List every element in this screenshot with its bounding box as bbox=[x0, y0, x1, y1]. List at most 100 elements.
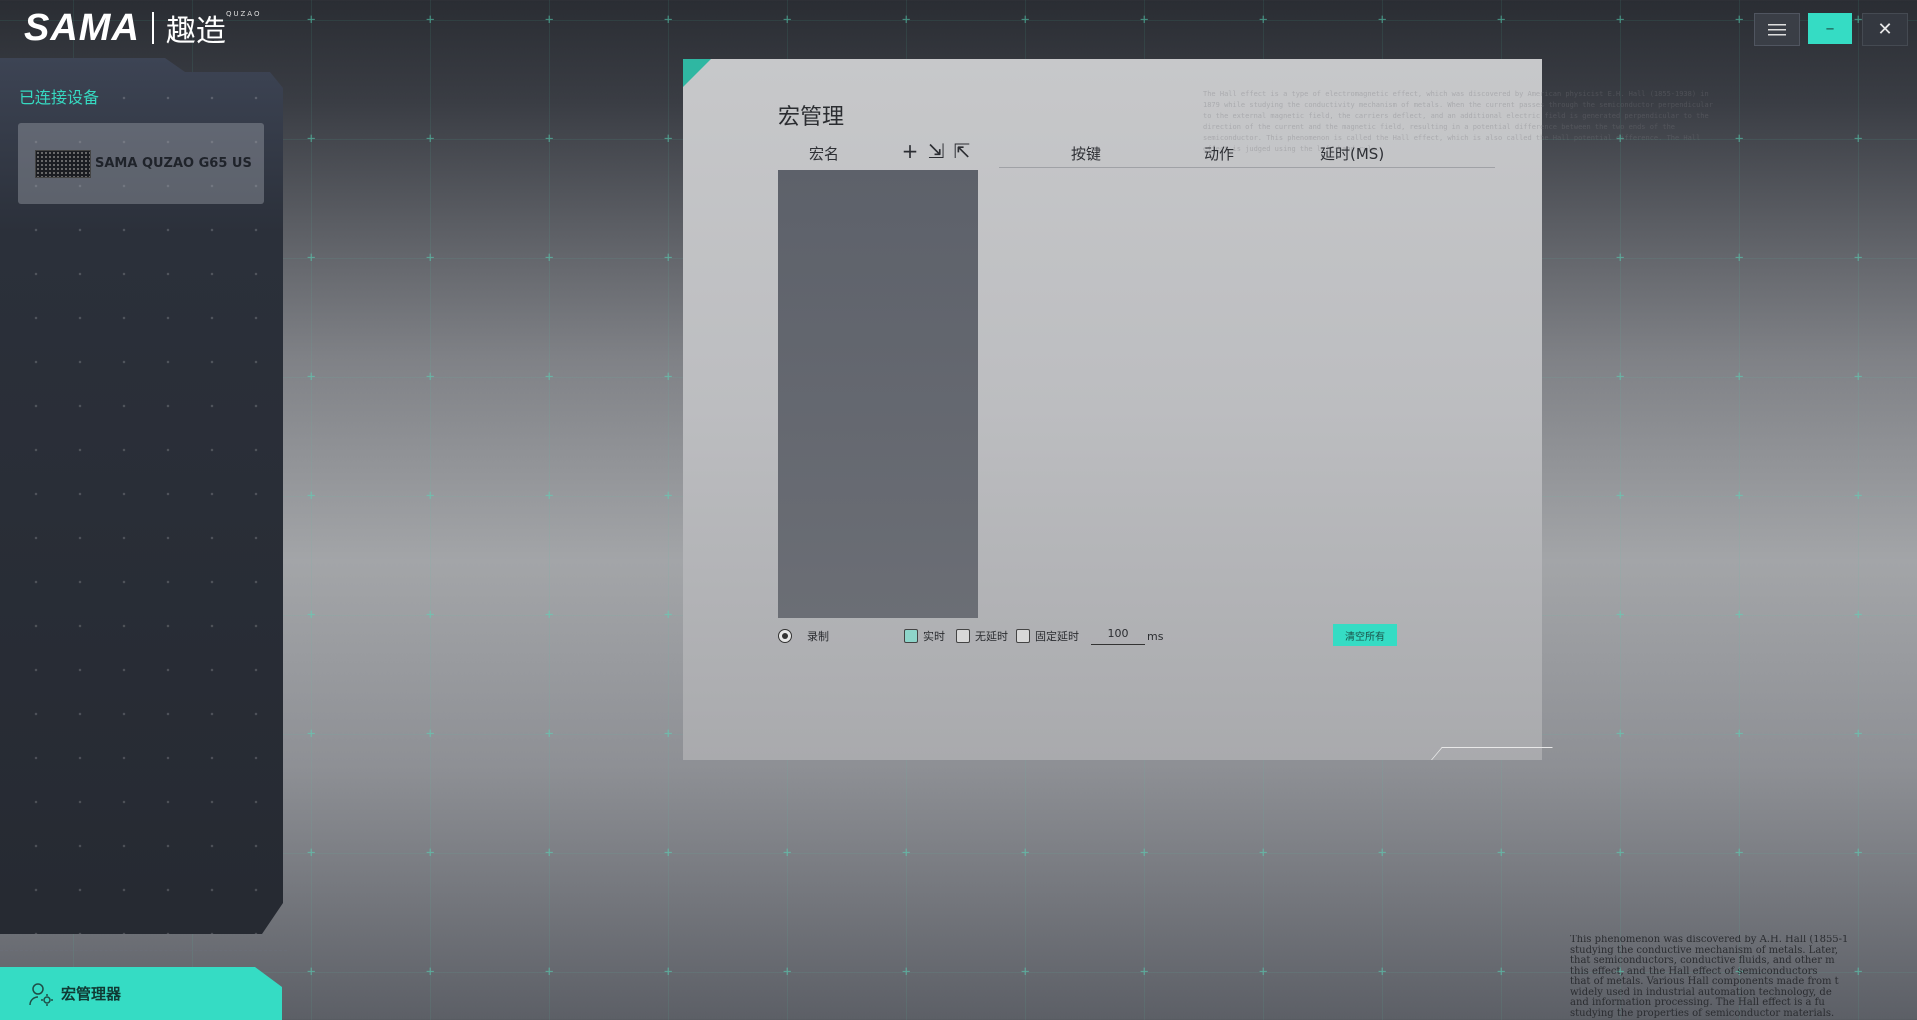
add-icon[interactable]: + bbox=[900, 141, 920, 161]
panel-bottom-accent bbox=[1431, 747, 1553, 760]
grid-plus-mark: + bbox=[902, 845, 911, 861]
grid-plus-mark: + bbox=[1735, 488, 1744, 504]
grid-plus-mark: + bbox=[1616, 845, 1625, 861]
grid-plus-mark: + bbox=[1735, 250, 1744, 266]
grid-plus-mark: + bbox=[545, 250, 554, 266]
grid-plus-mark: + bbox=[426, 845, 435, 861]
record-option[interactable]: 录制 bbox=[778, 626, 829, 646]
grid-plus-mark: + bbox=[1259, 12, 1268, 28]
grid-plus-mark: + bbox=[426, 369, 435, 385]
app-logo: SAMA 趣造 QUZAO bbox=[24, 6, 259, 50]
device-card[interactable]: SAMA QUZAO G65 US bbox=[18, 123, 264, 204]
grid-plus-mark: + bbox=[1616, 369, 1625, 385]
menu-button[interactable] bbox=[1754, 13, 1800, 46]
grid-plus-mark: + bbox=[1021, 12, 1030, 28]
grid-plus-mark: + bbox=[545, 726, 554, 742]
fixed-delay-checkbox[interactable] bbox=[1016, 629, 1030, 643]
fixed-delay-input[interactable] bbox=[1091, 622, 1145, 645]
grid-plus-mark: + bbox=[307, 12, 316, 28]
user-gear-icon bbox=[29, 982, 53, 1006]
close-button[interactable]: ✕ bbox=[1862, 13, 1908, 46]
grid-plus-mark: + bbox=[545, 964, 554, 980]
grid-plus-mark: + bbox=[664, 250, 673, 266]
grid-plus-mark: + bbox=[783, 964, 792, 980]
grid-plus-mark: + bbox=[902, 12, 911, 28]
record-radio[interactable] bbox=[778, 629, 792, 643]
grid-plus-mark: + bbox=[783, 12, 792, 28]
panel-background-text: The Hall effect is a type of electromagn… bbox=[1203, 90, 1713, 153]
grid-plus-mark: + bbox=[1140, 964, 1149, 980]
grid-plus-mark: + bbox=[1735, 607, 1744, 623]
grid-plus-mark: + bbox=[1021, 964, 1030, 980]
grid-plus-mark: + bbox=[307, 964, 316, 980]
grid-plus-mark: + bbox=[1497, 12, 1506, 28]
fixed-delay-label: 固定延时 bbox=[1035, 630, 1079, 643]
grid-plus-mark: + bbox=[664, 369, 673, 385]
realtime-checkbox[interactable] bbox=[904, 629, 918, 643]
logo-text: SAMA bbox=[24, 6, 140, 49]
panel-corner-accent bbox=[683, 59, 711, 87]
nodelay-option[interactable]: 无延时 bbox=[956, 626, 1008, 646]
grid-plus-mark: + bbox=[545, 131, 554, 147]
grid-plus-mark: + bbox=[545, 607, 554, 623]
import-icon[interactable]: ⇲ bbox=[926, 141, 946, 161]
macro-panel: The Hall effect is a type of electromagn… bbox=[683, 59, 1713, 760]
clear-all-button[interactable]: 清空所有 bbox=[1333, 624, 1397, 646]
grid-plus-mark: + bbox=[1616, 12, 1625, 28]
column-delay: 延时(MS) bbox=[1320, 145, 1385, 163]
grid-plus-mark: + bbox=[307, 845, 316, 861]
corner-text-line: that semiconductors, conductive fluids, … bbox=[1570, 955, 1835, 966]
sidebar-divider bbox=[0, 950, 287, 951]
grid-plus-mark: + bbox=[1497, 845, 1506, 861]
grid-plus-mark: + bbox=[664, 726, 673, 742]
grid-plus-mark: + bbox=[1854, 369, 1863, 385]
corner-background-text: This phenomenon was discovered by A.H. H… bbox=[1570, 935, 1917, 1019]
logo-separator bbox=[151, 12, 154, 44]
logo-cn: 趣造 bbox=[165, 14, 226, 49]
header-divider bbox=[999, 167, 1495, 168]
grid-plus-mark: + bbox=[1021, 845, 1030, 861]
connected-devices-title: 已连接设备 bbox=[19, 88, 100, 107]
grid-plus-mark: + bbox=[307, 488, 316, 504]
grid-plus-mark: + bbox=[664, 488, 673, 504]
macro-name-list[interactable] bbox=[778, 170, 978, 618]
realtime-label: 实时 bbox=[923, 630, 945, 643]
column-macro-name: 宏名 bbox=[809, 145, 840, 163]
corner-text-line: that of metals. Various Hall components … bbox=[1570, 976, 1839, 987]
column-key: 按键 bbox=[1071, 145, 1102, 163]
grid-plus-mark: + bbox=[664, 12, 673, 28]
grid-plus-mark: + bbox=[426, 131, 435, 147]
grid-plus-mark: + bbox=[426, 250, 435, 266]
grid-plus-mark: + bbox=[1616, 726, 1625, 742]
ms-unit: ms bbox=[1147, 629, 1164, 643]
grid-plus-mark: + bbox=[545, 369, 554, 385]
grid-plus-mark: + bbox=[1616, 607, 1625, 623]
realtime-option[interactable]: 实时 bbox=[904, 626, 945, 646]
logo-sub: QUZAO bbox=[226, 10, 262, 18]
grid-plus-mark: + bbox=[664, 131, 673, 147]
fixed-delay-option[interactable]: 固定延时 bbox=[1016, 626, 1079, 646]
grid-plus-mark: + bbox=[1735, 369, 1744, 385]
grid-plus-mark: + bbox=[1735, 131, 1744, 147]
record-label: 录制 bbox=[807, 630, 829, 643]
keyboard-icon bbox=[35, 149, 91, 178]
grid-plus-mark: + bbox=[1140, 845, 1149, 861]
grid-plus-mark: + bbox=[426, 488, 435, 504]
nodelay-label: 无延时 bbox=[975, 630, 1008, 643]
macro-toolbar: + ⇲ ⇱ bbox=[900, 141, 972, 161]
page-title: 宏管理 bbox=[778, 105, 845, 130]
grid-plus-mark: + bbox=[307, 726, 316, 742]
grid-plus-mark: + bbox=[1616, 250, 1625, 266]
grid-plus-mark: + bbox=[1854, 607, 1863, 623]
grid-plus-mark: + bbox=[545, 488, 554, 504]
corner-text-line: studying the properties of semiconductor… bbox=[1570, 1007, 1835, 1019]
grid-plus-mark: + bbox=[426, 607, 435, 623]
grid-plus-mark: + bbox=[307, 131, 316, 147]
export-icon[interactable]: ⇱ bbox=[952, 141, 972, 161]
macro-manager-tab[interactable]: 宏管理器 bbox=[0, 967, 282, 1020]
column-action: 动作 bbox=[1204, 145, 1235, 163]
nodelay-checkbox[interactable] bbox=[956, 629, 970, 643]
grid-plus-mark: + bbox=[1259, 964, 1268, 980]
grid-plus-mark: + bbox=[426, 964, 435, 980]
minimize-button[interactable]: – bbox=[1808, 13, 1852, 44]
